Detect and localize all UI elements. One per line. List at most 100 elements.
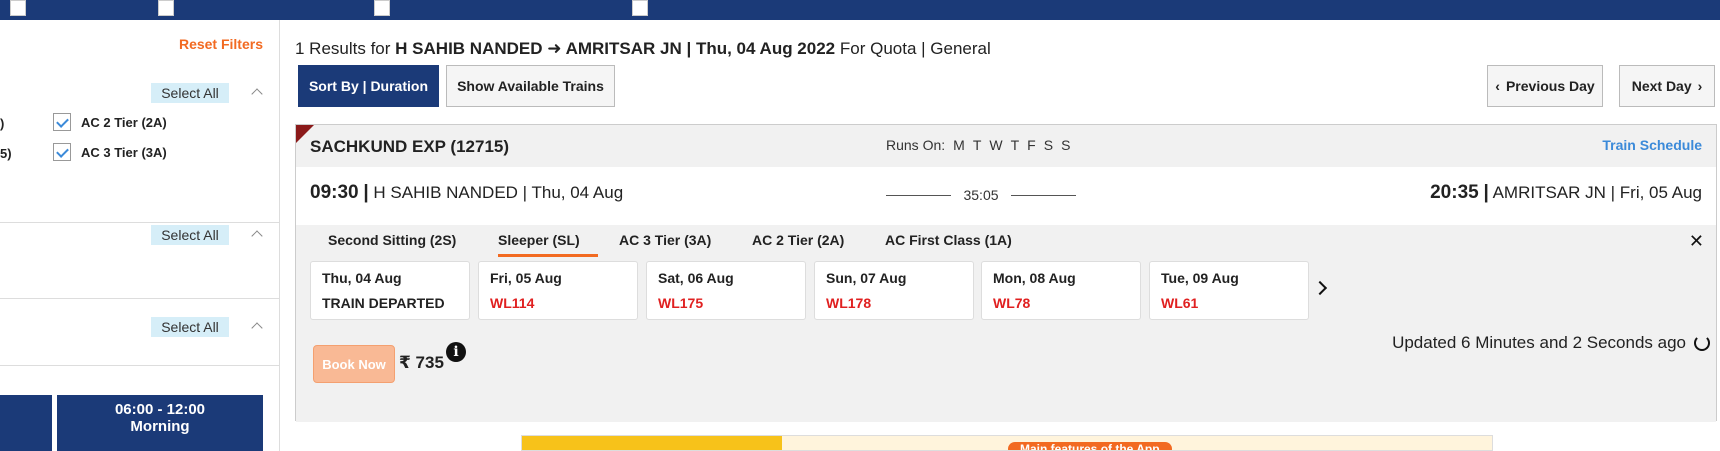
banner-yellow-block [522, 436, 782, 450]
chevron-left-icon: ‹ [1495, 78, 1500, 94]
filter-sidebar: Reset Filters Select All ) AC 2 Tier (2A… [0, 20, 280, 451]
availability-date: Mon, 08 Aug [993, 270, 1076, 286]
results-count: 1 Results for [295, 39, 391, 58]
runs-on-day: S [1061, 137, 1071, 153]
class-filter-label: AC 2 Tier (2A) [81, 114, 167, 130]
time-slot-early[interactable] [0, 395, 52, 451]
class-filter-label: AC 3 Tier (3A) [81, 144, 167, 160]
departure-station: H SAHIB NANDED | Thu, 04 Aug [373, 183, 624, 202]
availability-date: Thu, 04 Aug [322, 270, 402, 286]
refresh-icon[interactable] [1694, 335, 1710, 351]
tab-class-2s[interactable]: Second Sitting (2S) [328, 232, 456, 254]
train-card: SACHKUND EXP (12715) Runs On: M T W T F … [295, 124, 1717, 422]
select-all-type-button[interactable]: Select All [151, 225, 229, 245]
show-available-trains-button[interactable]: Show Available Trains [446, 65, 615, 107]
class-option-partial: 5) [0, 146, 12, 161]
select-all-class-button[interactable]: Select All [151, 83, 229, 103]
runs-on-day: T [1010, 137, 1020, 153]
app-promo-banner[interactable]: Main features of the App [521, 435, 1493, 451]
previous-day-label: Previous Day [1505, 78, 1595, 94]
availability-status: WL78 [993, 295, 1031, 311]
availability-day-card[interactable]: Sat, 06 Aug WL175 [646, 261, 806, 320]
checkbox-icon[interactable] [158, 0, 174, 16]
availability-day-card[interactable]: Tue, 09 Aug WL61 [1149, 261, 1309, 320]
tab-class-3a[interactable]: AC 3 Tier (3A) [619, 232, 711, 254]
availability-day-card[interactable]: Mon, 08 Aug WL78 [981, 261, 1141, 320]
next-day-label: Next Day [1631, 78, 1692, 94]
class-availability-panel: Second Sitting (2S) Sleeper (SL) AC 3 Ti… [296, 225, 1716, 422]
checkbox-icon[interactable] [632, 0, 648, 16]
time-slot-morning[interactable]: 06:00 - 12:00 Morning [57, 395, 263, 451]
class-filter-3a[interactable]: AC 3 Tier (3A) [53, 143, 167, 161]
journey-duration: 35:05 [886, 187, 1077, 203]
availability-date: Fri, 05 Aug [490, 270, 562, 286]
top-filter-bar [0, 0, 1720, 20]
top-filter-item[interactable] [10, 0, 38, 16]
top-filter-item[interactable] [158, 0, 186, 16]
availability-status: WL114 [490, 295, 535, 311]
book-now-button[interactable]: Book Now [313, 345, 395, 383]
checkbox-checked-icon[interactable] [53, 143, 71, 161]
runs-on-day: S [1043, 137, 1054, 153]
duration-line [886, 194, 952, 196]
tab-class-sl[interactable]: Sleeper (SL) [498, 232, 598, 257]
top-filter-item[interactable] [374, 0, 402, 16]
availability-status: WL61 [1161, 295, 1199, 311]
availability-date: Sun, 07 Aug [826, 270, 907, 286]
availability-status: WL175 [658, 295, 704, 311]
sort-by-button[interactable]: Sort By | Duration [298, 65, 439, 107]
tab-class-2a[interactable]: AC 2 Tier (2A) [752, 232, 844, 254]
train-name: SACHKUND EXP (12715) [310, 137, 510, 156]
time-slot-label: Morning [130, 418, 190, 435]
reset-filters-link[interactable]: Reset Filters [179, 36, 263, 52]
tab-class-1a[interactable]: AC First Class (1A) [885, 232, 1012, 254]
runs-on-day: W [989, 137, 1003, 153]
select-all-quota-button[interactable]: Select All [151, 317, 229, 337]
chevron-up-icon[interactable] [251, 88, 263, 100]
runs-on-day: M [953, 137, 965, 153]
updated-timestamp: Updated 6 Minutes and 2 Seconds ago [1392, 333, 1686, 352]
train-schedule-link[interactable]: Train Schedule [1602, 137, 1702, 153]
checkbox-icon[interactable] [374, 0, 390, 16]
availability-date: Sat, 06 Aug [658, 270, 734, 286]
results-summary: 1 Results for H SAHIB NANDED ➜ AMRITSAR … [295, 39, 991, 59]
arrival-station: AMRITSAR JN | Fri, 05 Aug [1492, 183, 1702, 202]
arrival-info: 20:35 | AMRITSAR JN | Fri, 05 Aug [1430, 182, 1702, 203]
time-slot-time: 06:00 - 12:00 [114, 401, 206, 418]
banner-pill: Main features of the App [1008, 442, 1172, 450]
runs-on-label: Runs On: [886, 137, 946, 153]
runs-on-day: T [972, 137, 982, 153]
departure-info: 09:30 | H SAHIB NANDED | Thu, 04 Aug [310, 182, 624, 203]
results-quota: For Quota | General [839, 39, 991, 58]
chevron-right-icon[interactable] [1312, 280, 1328, 296]
train-card-header: SACHKUND EXP (12715) Runs On: M T W T F … [296, 125, 1716, 167]
next-day-button[interactable]: Next Day › [1619, 65, 1715, 107]
previous-day-button[interactable]: ‹ Previous Day [1487, 65, 1603, 107]
availability-day-card[interactable]: Fri, 05 Aug WL114 [478, 261, 638, 320]
duration-value: 35:05 [963, 187, 999, 203]
availability-day-card[interactable]: Thu, 04 Aug TRAIN DEPARTED [310, 261, 470, 320]
runs-on: Runs On: M T W T F S S [886, 137, 1070, 153]
chevron-up-icon[interactable] [251, 322, 263, 334]
tab-class-sl-label: Sleeper (SL) [498, 232, 580, 248]
section-divider [0, 365, 280, 366]
availability-day-card[interactable]: Sun, 07 Aug WL178 [814, 261, 974, 320]
checkbox-checked-icon[interactable] [53, 113, 71, 131]
section-divider [0, 222, 280, 223]
availability-status: TRAIN DEPARTED [322, 295, 445, 311]
checkbox-icon[interactable] [10, 0, 26, 16]
arrival-time: 20:35 [1430, 182, 1479, 203]
chevron-up-icon[interactable] [251, 230, 263, 242]
results-route: H SAHIB NANDED ➜ AMRITSAR JN | Thu, 04 A… [395, 39, 836, 58]
top-filter-item[interactable] [632, 0, 660, 16]
availability-date: Tue, 09 Aug [1161, 270, 1239, 286]
runs-on-day: F [1027, 137, 1036, 153]
info-icon[interactable]: i [446, 342, 466, 362]
chevron-right-icon: › [1697, 78, 1703, 94]
class-filter-2a[interactable]: AC 2 Tier (2A) [53, 113, 167, 131]
departure-time: 09:30 [310, 182, 359, 203]
close-icon[interactable]: ✕ [1689, 231, 1704, 252]
results-main: 1 Results for H SAHIB NANDED ➜ AMRITSAR … [281, 20, 1720, 451]
duration-line [1010, 194, 1077, 196]
availability-status: WL178 [826, 295, 872, 311]
